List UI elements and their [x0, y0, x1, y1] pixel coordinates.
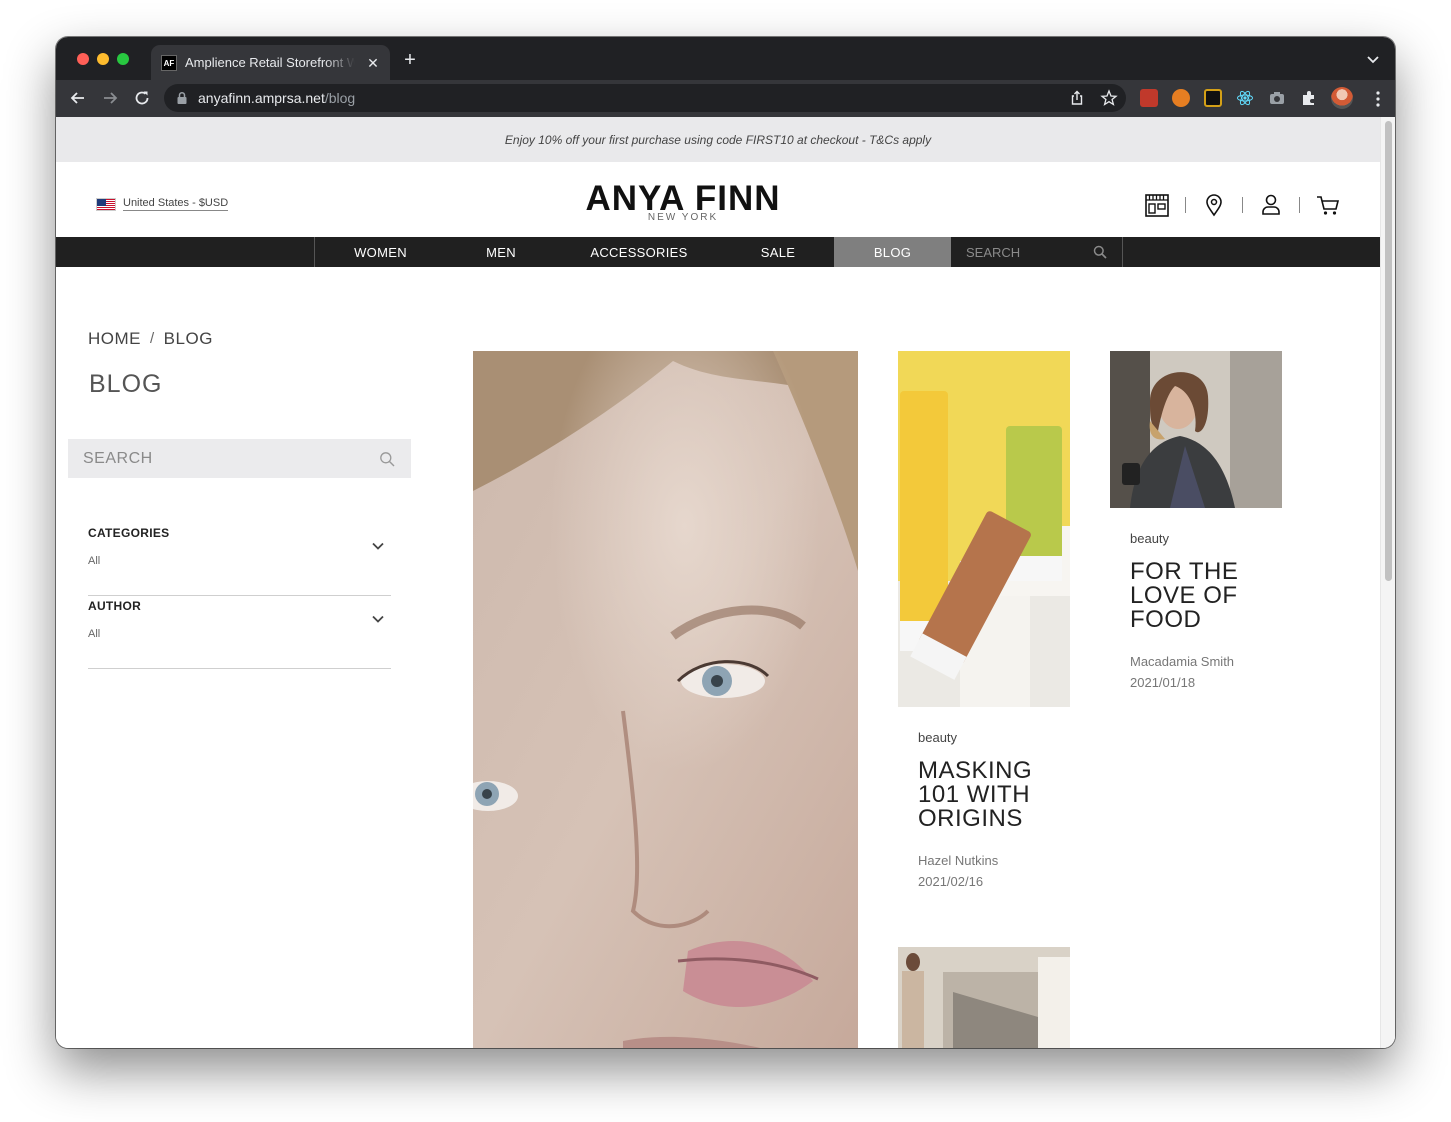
locale-label: United States - $USD: [123, 197, 229, 211]
breadcrumb-home-link[interactable]: HOME: [88, 329, 141, 349]
nav-item-sale[interactable]: SALE: [722, 237, 834, 267]
post-author: Macadamia Smith: [1130, 654, 1235, 669]
url-host: anyafinn.amprsa.net: [198, 90, 325, 106]
post-title[interactable]: MASKING 101 WITH ORIGINS: [918, 759, 1058, 831]
search-icon[interactable]: [1093, 245, 1107, 259]
chevron-down-icon[interactable]: [371, 614, 385, 624]
filter-value: All: [88, 555, 101, 567]
filter-value: All: [88, 628, 101, 640]
maximize-window-button[interactable]: [117, 53, 129, 65]
reload-icon[interactable]: [132, 88, 152, 108]
metamask-fox-icon[interactable]: [1172, 89, 1190, 107]
browser-window: AF Amplience Retail Storefront Website ✕…: [56, 37, 1395, 1048]
post-category: beauty: [918, 730, 958, 745]
filter-title: CATEGORIES: [88, 526, 170, 540]
nav-item-men[interactable]: MEN: [446, 237, 556, 267]
site-logo[interactable]: ANYA FINN NEW YORK: [576, 181, 790, 224]
breadcrumb: HOME / BLOG: [88, 329, 213, 349]
nav-item-women[interactable]: WOMEN: [315, 237, 446, 267]
extension-cube-icon[interactable]: [1204, 89, 1222, 107]
promo-banner: Enjoy 10% off your first purchase using …: [56, 117, 1380, 162]
blog-search-input[interactable]: SEARCH: [68, 439, 411, 478]
share-icon[interactable]: [1068, 89, 1086, 107]
nav-item-accessories[interactable]: ACCESSORIES: [556, 237, 722, 267]
browser-menu-kebab-icon[interactable]: [1375, 90, 1381, 108]
post-image-food[interactable]: [1110, 351, 1282, 508]
post-title[interactable]: FOR THE LOVE OF FOOD: [1130, 560, 1270, 632]
browser-tab-active[interactable]: AF Amplience Retail Storefront Website ✕: [151, 45, 390, 80]
tab-search-chevron-icon[interactable]: [1365, 51, 1381, 67]
extensions-puzzle-icon[interactable]: [1300, 89, 1318, 107]
featured-post-image[interactable]: [473, 351, 858, 1048]
logo-subtitle: NEW YORK: [647, 212, 719, 223]
page-scrollbar[interactable]: [1380, 117, 1395, 1048]
breadcrumb-separator: /: [150, 330, 155, 347]
tab-strip: AF Amplience Retail Storefront Website ✕…: [56, 37, 1395, 80]
post-image-third[interactable]: [898, 947, 1070, 1048]
address-bar[interactable]: anyafinn.amprsa.net/blog: [164, 84, 1126, 112]
locale-selector[interactable]: United States - $USD: [96, 197, 229, 211]
filter-title: AUTHOR: [88, 599, 142, 613]
nav-search-placeholder: SEARCH: [966, 244, 1021, 260]
tab-title: Amplience Retail Storefront Website: [185, 55, 355, 70]
store-icon[interactable]: [1144, 192, 1170, 218]
post-date: 2021/01/18: [1130, 675, 1196, 690]
lock-icon[interactable]: [176, 91, 188, 105]
tab-close-icon[interactable]: ✕: [364, 54, 382, 72]
new-tab-button[interactable]: +: [400, 50, 420, 70]
post-author: Hazel Nutkins: [918, 853, 999, 868]
url-text: anyafinn.amprsa.net/blog: [198, 90, 355, 106]
minimize-window-button[interactable]: [97, 53, 109, 65]
breadcrumb-current: BLOG: [163, 329, 213, 348]
post-category: beauty: [1130, 531, 1170, 546]
close-window-button[interactable]: [77, 53, 89, 65]
bookmark-star-icon[interactable]: [1100, 89, 1118, 107]
filter-categories[interactable]: CATEGORIES All: [88, 522, 391, 596]
us-flag-icon: [96, 197, 116, 211]
page-title: BLOG: [89, 370, 163, 398]
chevron-down-icon[interactable]: [371, 541, 385, 551]
back-arrow-icon[interactable]: [68, 88, 88, 108]
search-icon[interactable]: [379, 451, 395, 467]
scrollbar-thumb[interactable]: [1385, 121, 1392, 581]
blog-search-placeholder: SEARCH: [83, 450, 153, 467]
nav-item-blog[interactable]: BLOG: [834, 237, 951, 267]
header-divider: [1242, 197, 1243, 213]
header-divider: [1185, 197, 1186, 213]
post-image-masking[interactable]: [898, 351, 1070, 707]
post-date: 2021/02/16: [918, 874, 984, 889]
filter-author[interactable]: AUTHOR All: [88, 595, 391, 669]
header-actions: [1144, 190, 1341, 220]
location-pin-icon[interactable]: [1201, 192, 1227, 218]
browser-toolbar: anyafinn.amprsa.net/blog: [56, 80, 1395, 117]
nav-group: WOMEN MEN ACCESSORIES SALE BLOG SEARCH: [314, 237, 1123, 267]
cart-icon[interactable]: [1315, 192, 1341, 218]
camera-icon[interactable]: [1268, 89, 1286, 107]
nav-search-input[interactable]: SEARCH: [951, 237, 1122, 267]
extension-red-icon[interactable]: [1140, 89, 1158, 107]
header-divider: [1299, 197, 1300, 213]
account-icon[interactable]: [1258, 192, 1284, 218]
page-viewport: Enjoy 10% off your first purchase using …: [56, 117, 1395, 1048]
profile-avatar[interactable]: [1331, 87, 1353, 109]
react-devtools-icon[interactable]: [1236, 89, 1254, 107]
forward-arrow-icon[interactable]: [100, 88, 120, 108]
main-navigation: WOMEN MEN ACCESSORIES SALE BLOG SEARCH: [56, 237, 1380, 267]
url-path: /blog: [324, 90, 356, 106]
tab-favicon-icon: AF: [161, 55, 177, 71]
